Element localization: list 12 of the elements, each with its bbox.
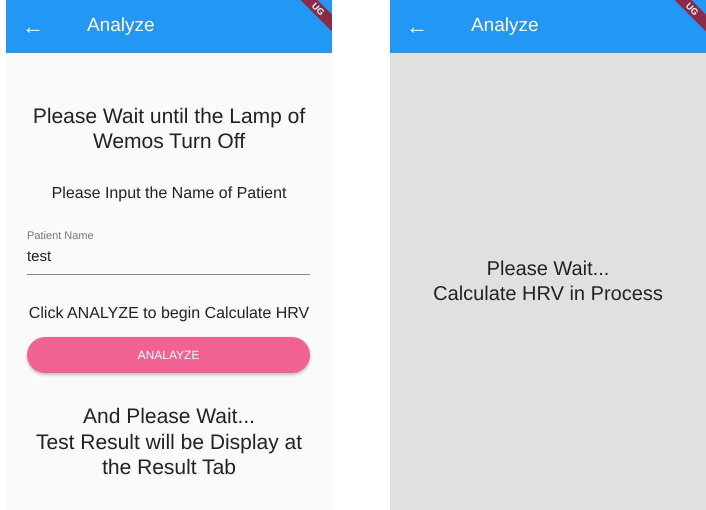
heading-text: Please Wait until the Lamp of Wemos Turn Off bbox=[32, 104, 306, 154]
back-button[interactable]: ← bbox=[22, 16, 62, 38]
field-label: Patient Name bbox=[27, 229, 95, 244]
instruction-text: Click ANALYZE to begin Calculate HRV bbox=[28, 304, 310, 324]
analyze-button[interactable]: ANALAYZE bbox=[27, 337, 310, 374]
footer-text: And Please Wait... Test Result will be Display at the Result Tab bbox=[34, 404, 304, 480]
back-button[interactable]: ← bbox=[406, 16, 446, 38]
app-bar-title: Analyze bbox=[87, 14, 155, 38]
prompt-text: Please Input the Name of Patient bbox=[50, 184, 288, 204]
waiting-message: Please Wait... Calculate HRV in Process bbox=[433, 256, 663, 306]
app-bar-title: Analyze bbox=[471, 14, 539, 38]
patient-name-field[interactable]: test bbox=[27, 246, 310, 276]
